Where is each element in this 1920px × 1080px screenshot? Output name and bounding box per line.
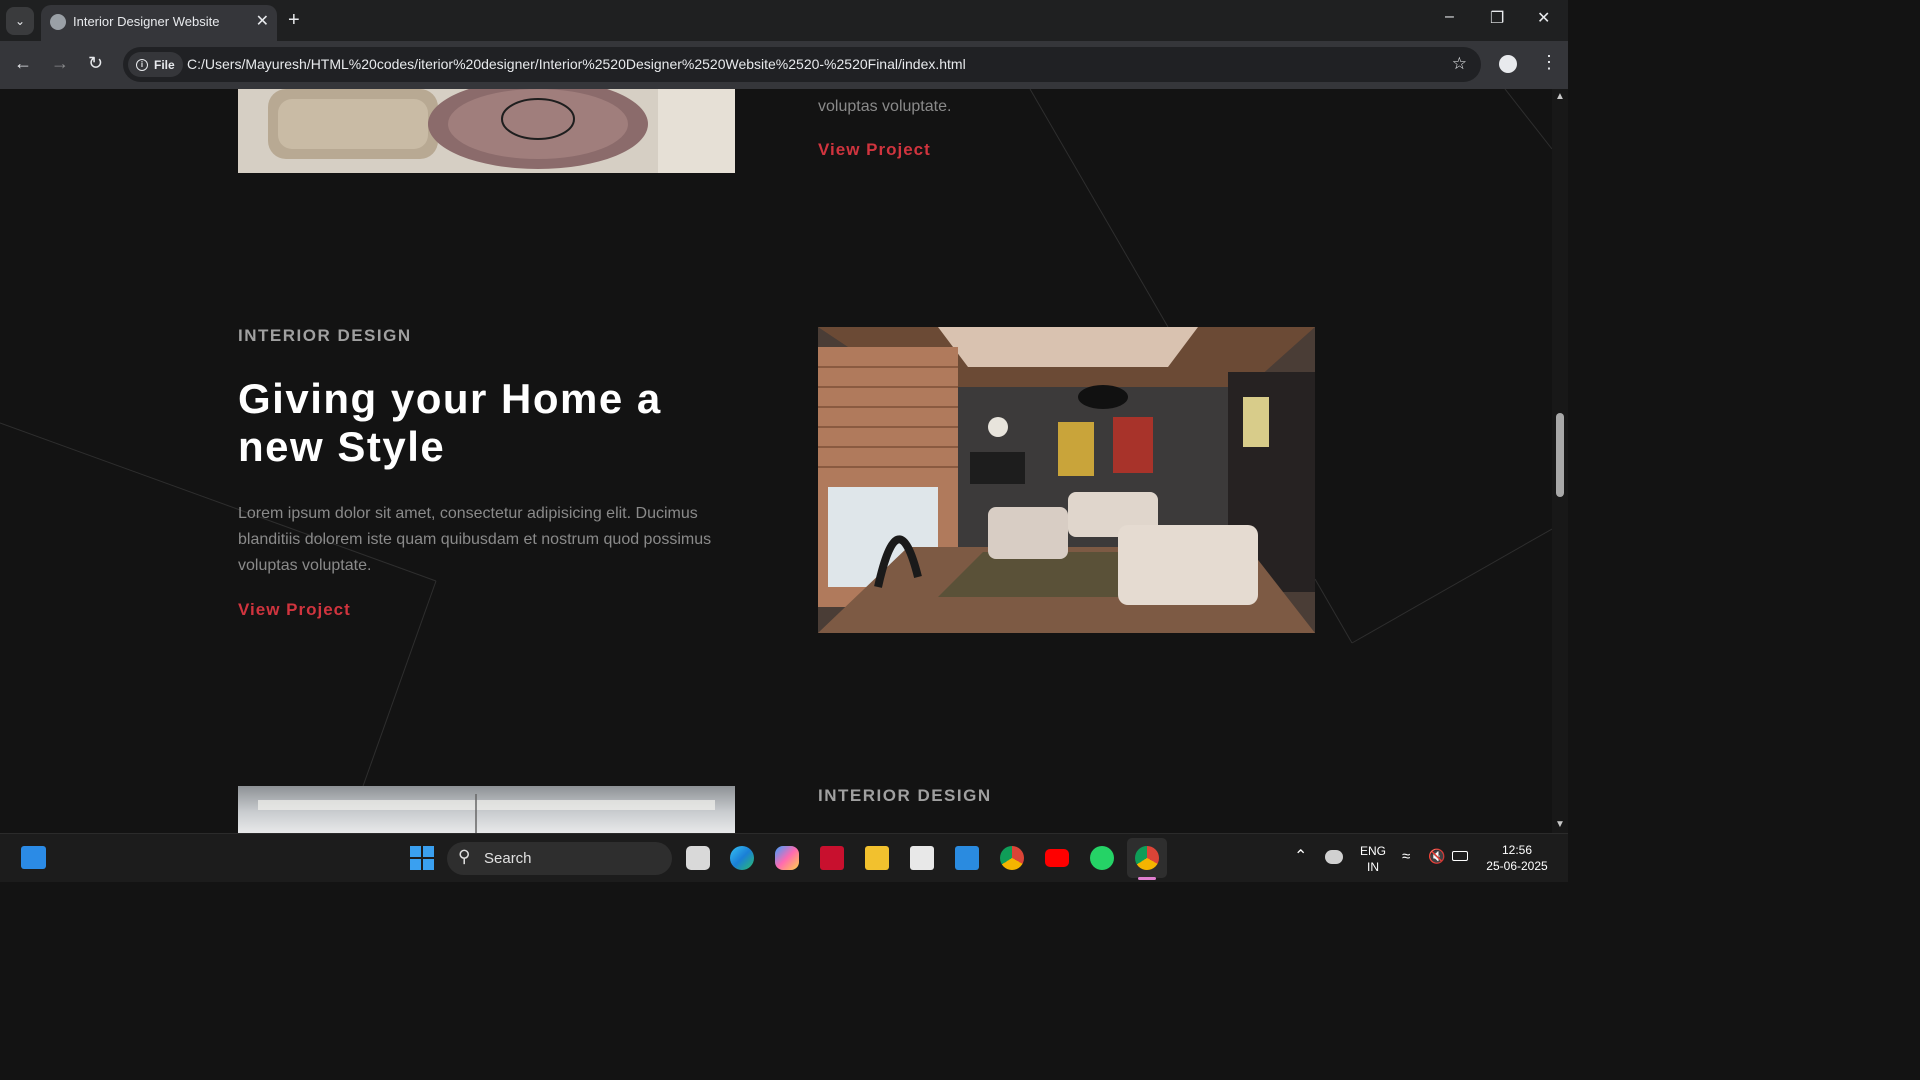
chrome-active-icon[interactable] bbox=[1135, 846, 1159, 870]
project-image-living-room bbox=[818, 327, 1315, 633]
widgets-icon[interactable] bbox=[21, 846, 46, 869]
page-scrollbar[interactable]: ▲ ▼ bbox=[1552, 89, 1568, 833]
project-image-top bbox=[238, 89, 735, 173]
vscode-icon[interactable] bbox=[955, 846, 979, 870]
project-image-next bbox=[238, 786, 735, 833]
wifi-icon[interactable]: ≈ bbox=[1402, 848, 1410, 865]
top-paragraph-tail: voluptas voluptate. bbox=[818, 98, 952, 115]
chevron-up-icon[interactable]: ⌃ bbox=[1294, 846, 1307, 866]
edge-icon[interactable] bbox=[730, 846, 754, 870]
site-info-chip[interactable]: i File bbox=[128, 52, 183, 77]
whatsapp-icon[interactable] bbox=[1090, 846, 1114, 870]
file-chip-label: File bbox=[154, 57, 175, 72]
view-project-link[interactable]: View Project bbox=[238, 600, 351, 620]
active-tab[interactable]: Interior Designer Website ✕ bbox=[41, 5, 277, 41]
mcafee-icon[interactable] bbox=[820, 846, 844, 870]
language-indicator[interactable]: ENG IN bbox=[1358, 843, 1388, 875]
battery-icon[interactable] bbox=[1452, 851, 1468, 861]
section-heading: Giving your Home a new Style bbox=[238, 375, 662, 470]
file-explorer-icon[interactable] bbox=[865, 846, 889, 870]
search-label: Search bbox=[484, 850, 532, 867]
mute-icon[interactable]: 🔇 bbox=[1428, 848, 1445, 865]
restore-icon[interactable]: ❐ bbox=[1490, 8, 1504, 28]
decorative-lines bbox=[0, 89, 1552, 790]
star-icon[interactable]: ☆ bbox=[1452, 54, 1467, 74]
globe-icon bbox=[50, 14, 66, 30]
top-view-project-link[interactable]: View Project bbox=[818, 140, 931, 160]
windows-start-icon[interactable] bbox=[410, 846, 434, 870]
taskbar-search[interactable]: ⚲ Search bbox=[447, 842, 672, 875]
url-text[interactable]: C:/Users/Mayuresh/HTML%20codes/iterior%2… bbox=[187, 56, 966, 72]
scrollbar-thumb[interactable] bbox=[1556, 413, 1564, 497]
reload-icon[interactable]: ↻ bbox=[88, 53, 103, 74]
task-view-icon[interactable] bbox=[686, 846, 710, 870]
close-icon[interactable]: ✕ bbox=[256, 11, 269, 31]
scroll-down-icon[interactable]: ▼ bbox=[1555, 819, 1565, 830]
back-icon[interactable]: ← bbox=[14, 53, 32, 74]
tab-strip: ⌄ Interior Designer Website ✕ + – ❐ ✕ bbox=[0, 0, 1568, 41]
active-indicator bbox=[1138, 877, 1156, 880]
browser-toolbar: ← → ↻ i File C:/Users/Mayuresh/HTML%20co… bbox=[0, 41, 1568, 89]
youtube-icon[interactable] bbox=[1045, 849, 1069, 867]
lang-bottom: IN bbox=[1367, 860, 1379, 874]
tab-list-icon[interactable]: ⌄ bbox=[6, 7, 34, 35]
search-icon: ⚲ bbox=[458, 847, 471, 866]
clock-date: 25-06-2025 bbox=[1486, 859, 1548, 873]
forward-icon[interactable]: → bbox=[51, 53, 69, 74]
clock-time: 12:56 bbox=[1501, 843, 1533, 857]
tab-title: Interior Designer Website bbox=[73, 14, 220, 29]
kebab-menu-icon[interactable]: ⋮ bbox=[1540, 52, 1558, 73]
clock[interactable]: 12:56 25-06-2025 bbox=[1482, 842, 1552, 874]
windows-taskbar: ⚲ Search ⌃ ENG IN ≈ 🔇 12:56 25-06-2025 bbox=[0, 833, 1568, 882]
copilot-icon[interactable] bbox=[775, 846, 799, 870]
onedrive-icon[interactable] bbox=[1325, 850, 1343, 864]
lang-top: ENG bbox=[1359, 844, 1386, 858]
close-window-icon[interactable]: ✕ bbox=[1537, 8, 1550, 28]
info-icon: i bbox=[136, 58, 148, 71]
plus-icon[interactable]: + bbox=[288, 9, 300, 32]
profile-icon[interactable] bbox=[1499, 55, 1517, 73]
scroll-up-icon[interactable]: ▲ bbox=[1555, 91, 1565, 102]
page-viewport: voluptas voluptate. View Project INTERIO… bbox=[0, 89, 1552, 833]
minimize-icon[interactable]: – bbox=[1445, 8, 1454, 26]
store-icon[interactable] bbox=[910, 846, 934, 870]
section-eyebrow: INTERIOR DESIGN bbox=[238, 326, 412, 345]
next-section-eyebrow: INTERIOR DESIGN bbox=[818, 786, 992, 805]
section-paragraph: Lorem ipsum dolor sit amet, consectetur … bbox=[238, 505, 712, 574]
address-bar[interactable]: i File C:/Users/Mayuresh/HTML%20codes/it… bbox=[123, 47, 1481, 82]
chrome-icon[interactable] bbox=[1000, 846, 1024, 870]
